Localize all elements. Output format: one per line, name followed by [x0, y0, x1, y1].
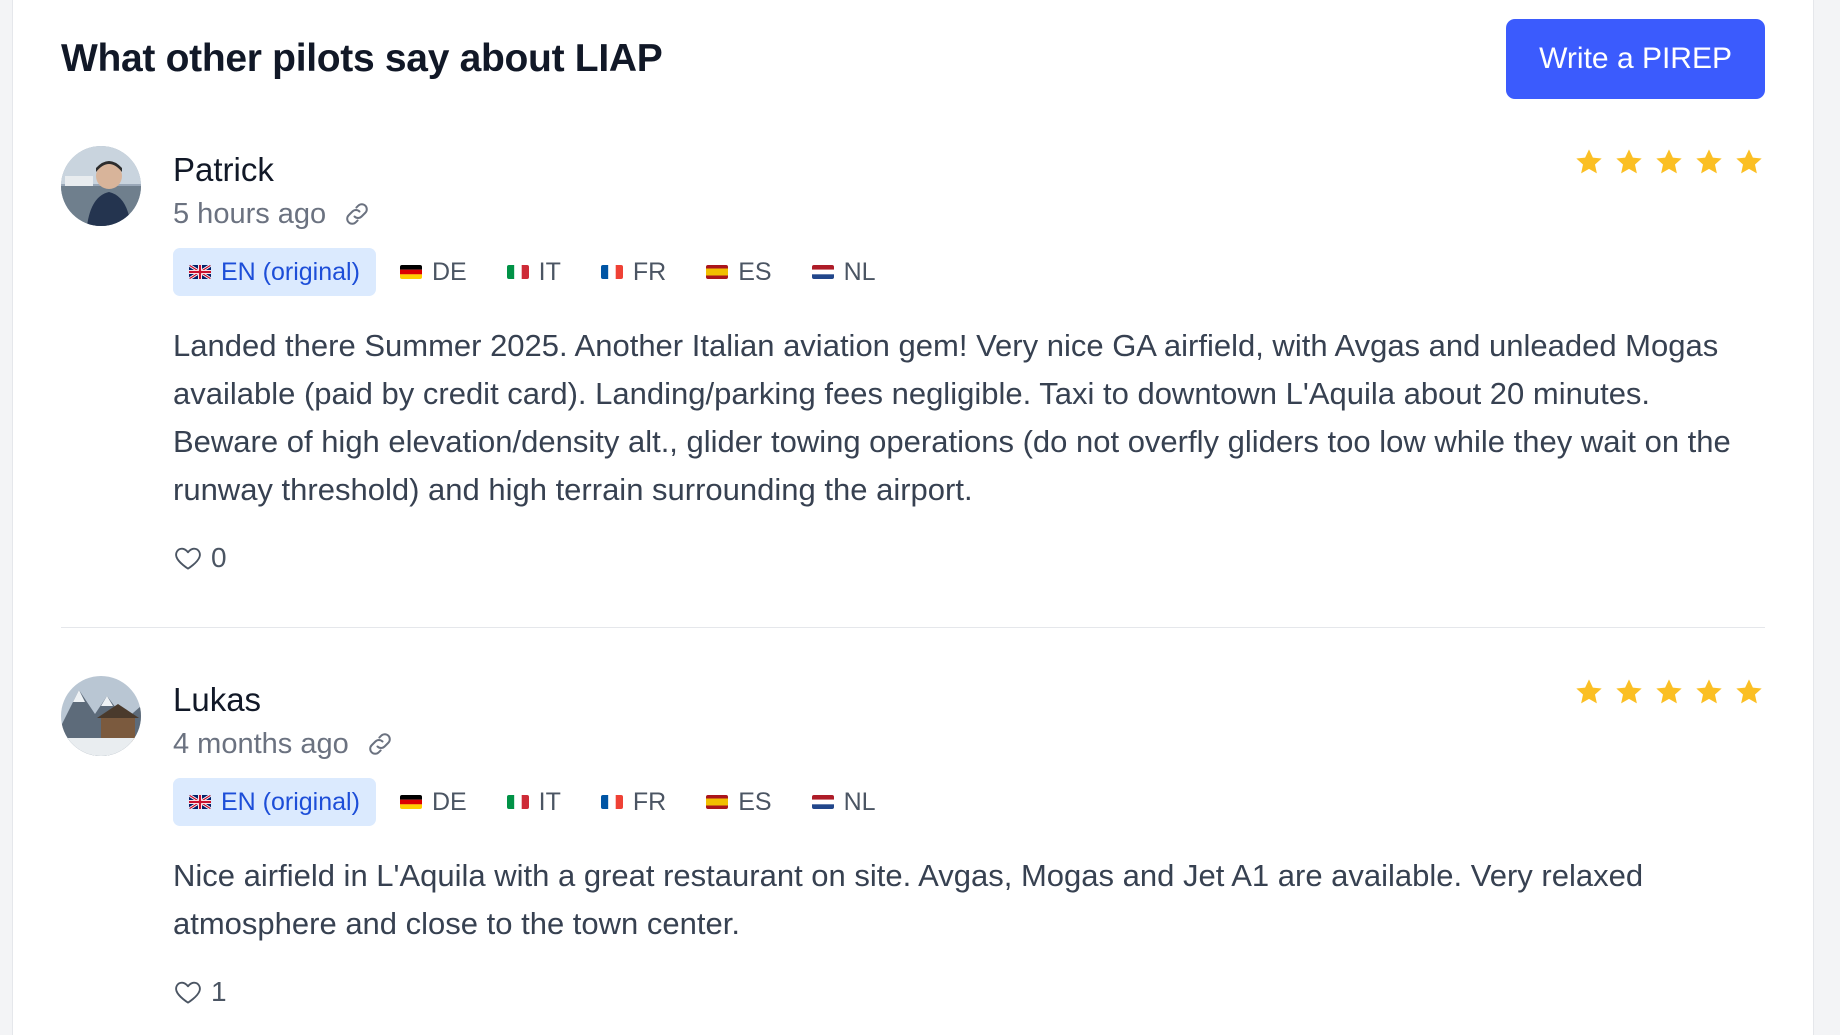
star-icon	[1616, 679, 1642, 704]
section-title: What other pilots say about LIAP	[61, 37, 663, 80]
avatar[interactable]	[61, 146, 141, 226]
lang-label: NL	[843, 787, 876, 816]
it-flag-icon	[506, 265, 529, 279]
permalink-icon[interactable]	[342, 199, 372, 229]
star-icon	[1696, 679, 1722, 704]
language-switcher: EN (original) DE IT FR ES NL	[173, 248, 1765, 296]
lang-nl[interactable]: NL	[796, 778, 892, 826]
uk-flag-icon	[189, 265, 211, 279]
lang-label: DE	[431, 787, 467, 816]
de-flag-icon	[399, 265, 422, 279]
lang-it[interactable]: IT	[491, 778, 577, 826]
like-count: 1	[211, 976, 227, 1007]
permalink-icon[interactable]	[365, 729, 395, 759]
de-flag-icon	[399, 795, 422, 809]
language-switcher: EN (original) DE IT FR ES NL	[173, 778, 1765, 826]
like-control: 0	[173, 538, 1765, 578]
rating-stars	[1573, 146, 1765, 178]
star-icon	[1616, 149, 1642, 174]
star-icon	[1576, 679, 1602, 704]
lang-label: NL	[843, 257, 876, 286]
pirep-card: What other pilots say about LIAP Write a…	[12, 0, 1814, 1035]
lang-label: IT	[538, 257, 561, 286]
star-icon	[1736, 679, 1762, 704]
lang-en[interactable]: EN (original)	[173, 778, 376, 826]
es-flag-icon	[706, 265, 729, 279]
lang-label: IT	[538, 787, 561, 816]
lang-es[interactable]: ES	[690, 248, 787, 296]
review-divider	[61, 627, 1765, 628]
author-name[interactable]: Lukas	[173, 680, 1765, 720]
nl-flag-icon	[811, 265, 834, 279]
lang-label: DE	[431, 257, 467, 286]
review-body: Lukas 4 months ago EN (original) DE IT F…	[173, 676, 1765, 1012]
like-control: 1	[173, 972, 1765, 1012]
review-text: Landed there Summer 2025. Another Italia…	[173, 328, 1731, 507]
review-body: Patrick 5 hours ago EN (original) DE IT …	[173, 146, 1765, 578]
nl-flag-icon	[811, 795, 834, 809]
rating-stars	[1573, 676, 1765, 708]
lang-es[interactable]: ES	[690, 778, 787, 826]
uk-flag-icon	[189, 795, 211, 809]
star-icon	[1736, 149, 1762, 174]
lang-de[interactable]: DE	[384, 248, 483, 296]
write-pirep-button[interactable]: Write a PIREP	[1506, 19, 1765, 99]
lang-label: FR	[632, 787, 667, 816]
review-time: 4 months ago	[173, 727, 349, 760]
heart-icon[interactable]	[173, 543, 203, 573]
review-text: Nice airfield in L'Aquila with a great r…	[173, 858, 1644, 941]
lang-it[interactable]: IT	[491, 248, 577, 296]
fr-flag-icon	[600, 265, 623, 279]
star-icon	[1656, 149, 1682, 174]
review-meta: 5 hours ago	[173, 194, 1765, 234]
heart-icon[interactable]	[173, 977, 203, 1007]
lang-label: ES	[738, 787, 772, 816]
star-icon	[1576, 149, 1602, 174]
lang-label: EN (original)	[221, 787, 360, 816]
it-flag-icon	[506, 795, 529, 809]
lang-fr[interactable]: FR	[585, 778, 682, 826]
es-flag-icon	[706, 795, 729, 809]
lang-de[interactable]: DE	[384, 778, 483, 826]
review-time: 5 hours ago	[173, 197, 327, 230]
lang-label: ES	[738, 257, 772, 286]
fr-flag-icon	[600, 795, 623, 809]
lang-en[interactable]: EN (original)	[173, 248, 376, 296]
star-icon	[1656, 679, 1682, 704]
avatar[interactable]	[61, 676, 141, 756]
lang-nl[interactable]: NL	[796, 248, 892, 296]
like-count: 0	[211, 542, 227, 573]
section-header: What other pilots say about LIAP Write a…	[61, 18, 1765, 100]
author-name[interactable]: Patrick	[173, 150, 1765, 190]
lang-fr[interactable]: FR	[585, 248, 682, 296]
lang-label: FR	[632, 257, 667, 286]
star-icon	[1696, 149, 1722, 174]
lang-label: EN (original)	[221, 257, 360, 286]
review-meta: 4 months ago	[173, 724, 1765, 764]
